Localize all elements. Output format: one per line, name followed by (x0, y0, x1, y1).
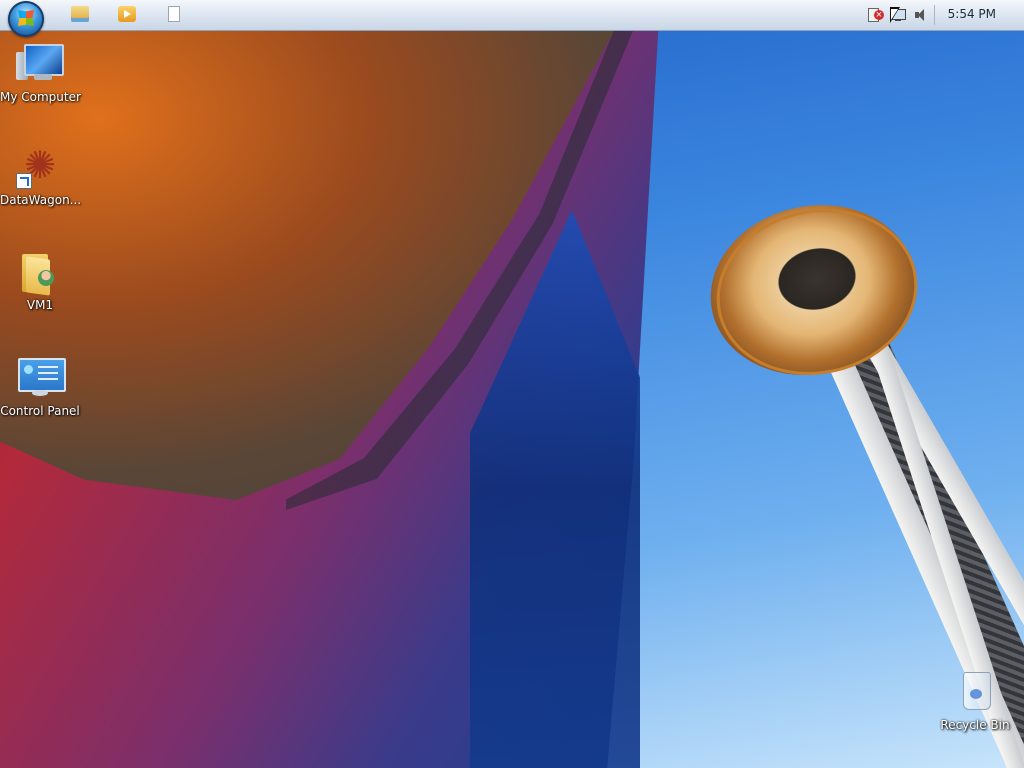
taskbar: 5:54 PM (0, 0, 1024, 37)
desktop-icon-control-panel[interactable]: Control Panel (0, 354, 80, 418)
action-center-flag-icon[interactable] (866, 7, 884, 23)
desktop-icon-label: VM1 (26, 298, 54, 312)
desktop-icon-label: Recycle Bin (940, 718, 1010, 732)
media-player-icon[interactable] (118, 6, 136, 22)
desktop-icon-label: My Computer (0, 90, 81, 104)
desktop-icon-label: DataWagon... (0, 193, 82, 207)
desktop-icon-vm1[interactable]: VM1 (0, 248, 80, 312)
control-panel-icon (16, 354, 66, 402)
mouse-pointer-icon (890, 7, 900, 23)
desktop-icon-recycle-bin[interactable]: Recycle Bin (935, 668, 1015, 732)
shortcut-arrow-icon (16, 173, 32, 189)
document-icon[interactable] (168, 6, 180, 22)
desktop-icon-label: Control Panel (0, 404, 80, 418)
computer-icon (16, 40, 64, 88)
desktop-icon-datawagon[interactable]: ✺ DataWagon... (0, 143, 82, 207)
clock[interactable]: 5:54 PM (948, 7, 996, 21)
system-tray: 5:54 PM (858, 0, 1024, 30)
user-folder-icon (16, 248, 64, 296)
tray-divider (934, 5, 935, 25)
recycle-bin-icon (951, 668, 999, 716)
folder-explorer-icon[interactable] (71, 6, 89, 22)
datawagon-shortcut-icon: ✺ (16, 143, 64, 191)
desktop[interactable]: 5:54 PM My Computer ✺ DataWagon... VM1 C… (0, 0, 1024, 768)
start-button[interactable] (8, 1, 44, 37)
desktop-icon-my-computer[interactable]: My Computer (0, 40, 81, 104)
volume-icon[interactable] (913, 7, 929, 23)
